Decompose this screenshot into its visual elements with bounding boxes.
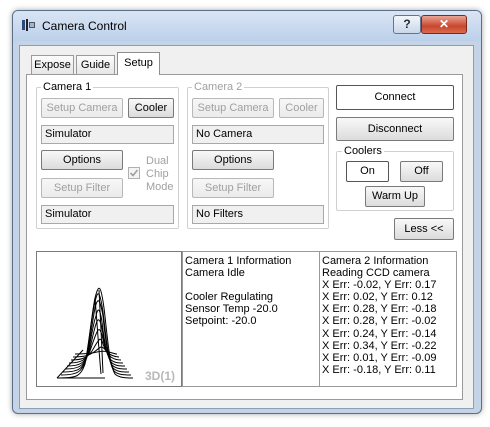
info-line: X Err: 0.01, Y Err: -0.09 bbox=[322, 351, 437, 364]
info-line: Reading CCD camera bbox=[322, 267, 430, 280]
info-line: X Err: 0.24, Y Err: -0.14 bbox=[322, 327, 437, 340]
camera2-setup-camera-button[interactable]: Setup Camera bbox=[192, 98, 274, 118]
info-line: Setpoint: -20.0 bbox=[185, 315, 257, 328]
graph-mode-label: 3D(1) bbox=[145, 369, 176, 383]
camera2-info-panel: Camera 2 Information Reading CCD camera … bbox=[319, 251, 457, 387]
info-line: X Err: 0.34, Y Err: -0.22 bbox=[322, 339, 437, 352]
info-line: X Err: 0.28, Y Err: -0.18 bbox=[322, 303, 437, 316]
close-button[interactable]: ✕ bbox=[421, 15, 467, 34]
help-button[interactable]: ? bbox=[393, 15, 421, 34]
camera1-group-label: Camera 1 bbox=[41, 81, 94, 93]
info-line: X Err: -0.02, Y Err: 0.17 bbox=[322, 279, 437, 292]
coolers-group-label: Coolers bbox=[342, 145, 384, 157]
camera1-setup-filter-button[interactable]: Setup Filter bbox=[41, 178, 123, 198]
info-line: X Err: 0.28, Y Err: -0.02 bbox=[322, 315, 437, 328]
cooler-on-button[interactable]: On bbox=[346, 161, 389, 182]
camera1-name-field[interactable]: Simulator bbox=[41, 125, 174, 144]
camera2-setup-filter-button[interactable]: Setup Filter bbox=[192, 178, 274, 198]
info-line: Camera Idle bbox=[185, 267, 245, 280]
info-line bbox=[185, 279, 291, 291]
camera2-cooler-button[interactable]: Cooler bbox=[279, 98, 324, 118]
dual-chip-mode-line: Mode bbox=[146, 181, 174, 193]
disconnect-button[interactable]: Disconnect bbox=[336, 117, 454, 141]
camera2-filter-field[interactable]: No Filters bbox=[192, 205, 324, 224]
camera2-group-label: Camera 2 bbox=[192, 81, 245, 93]
less-button[interactable]: Less << bbox=[394, 218, 454, 240]
camera1-cooler-button[interactable]: Cooler bbox=[128, 98, 174, 118]
info-line: X Err: 0.02, Y Err: 0.12 bbox=[322, 291, 433, 304]
camera2-info-text: Camera 2 Information Reading CCD camera … bbox=[322, 255, 437, 376]
tab-guide[interactable]: Guide bbox=[76, 55, 115, 74]
info-line: X Err: -0.18, Y Err: 0.11 bbox=[322, 363, 436, 376]
dual-chip-mode-line: Dual bbox=[146, 155, 169, 167]
cooler-off-button[interactable]: Off bbox=[400, 161, 443, 182]
camera2-options-button[interactable]: Options bbox=[192, 150, 274, 170]
camera2-name-field[interactable]: No Camera bbox=[192, 125, 324, 144]
camera1-info-text: Camera 1 Information Camera Idle Cooler … bbox=[185, 255, 291, 328]
info-line: Camera 2 Information bbox=[322, 255, 429, 267]
info-line: Cooler Regulating bbox=[185, 291, 274, 304]
tab-setup[interactable]: Setup bbox=[117, 52, 160, 75]
info-line: Sensor Temp -20.0 bbox=[185, 303, 278, 316]
dual-chip-mode-checkbox[interactable] bbox=[128, 167, 140, 179]
camera1-options-button[interactable]: Options bbox=[41, 150, 123, 170]
camera1-info-panel: Camera 1 Information Camera Idle Cooler … bbox=[182, 251, 320, 387]
camera1-setup-camera-button[interactable]: Setup Camera bbox=[41, 98, 123, 118]
tab-expose[interactable]: Expose bbox=[31, 55, 74, 74]
dual-chip-mode-label: Dual Chip Mode bbox=[146, 155, 174, 194]
error-distribution-plot bbox=[56, 287, 134, 379]
connect-button[interactable]: Connect bbox=[336, 85, 454, 110]
camera-app-icon bbox=[20, 17, 36, 33]
info-line: Camera 1 Information bbox=[185, 255, 292, 267]
camera1-filter-field[interactable]: Simulator bbox=[41, 205, 174, 224]
dual-chip-mode-line: Chip bbox=[146, 168, 169, 180]
checkmark-icon bbox=[129, 169, 139, 177]
guide-error-3d-graph[interactable]: 3D(1) bbox=[36, 251, 182, 387]
warm-up-button[interactable]: Warm Up bbox=[365, 186, 425, 207]
window-title: Camera Control bbox=[42, 19, 127, 33]
